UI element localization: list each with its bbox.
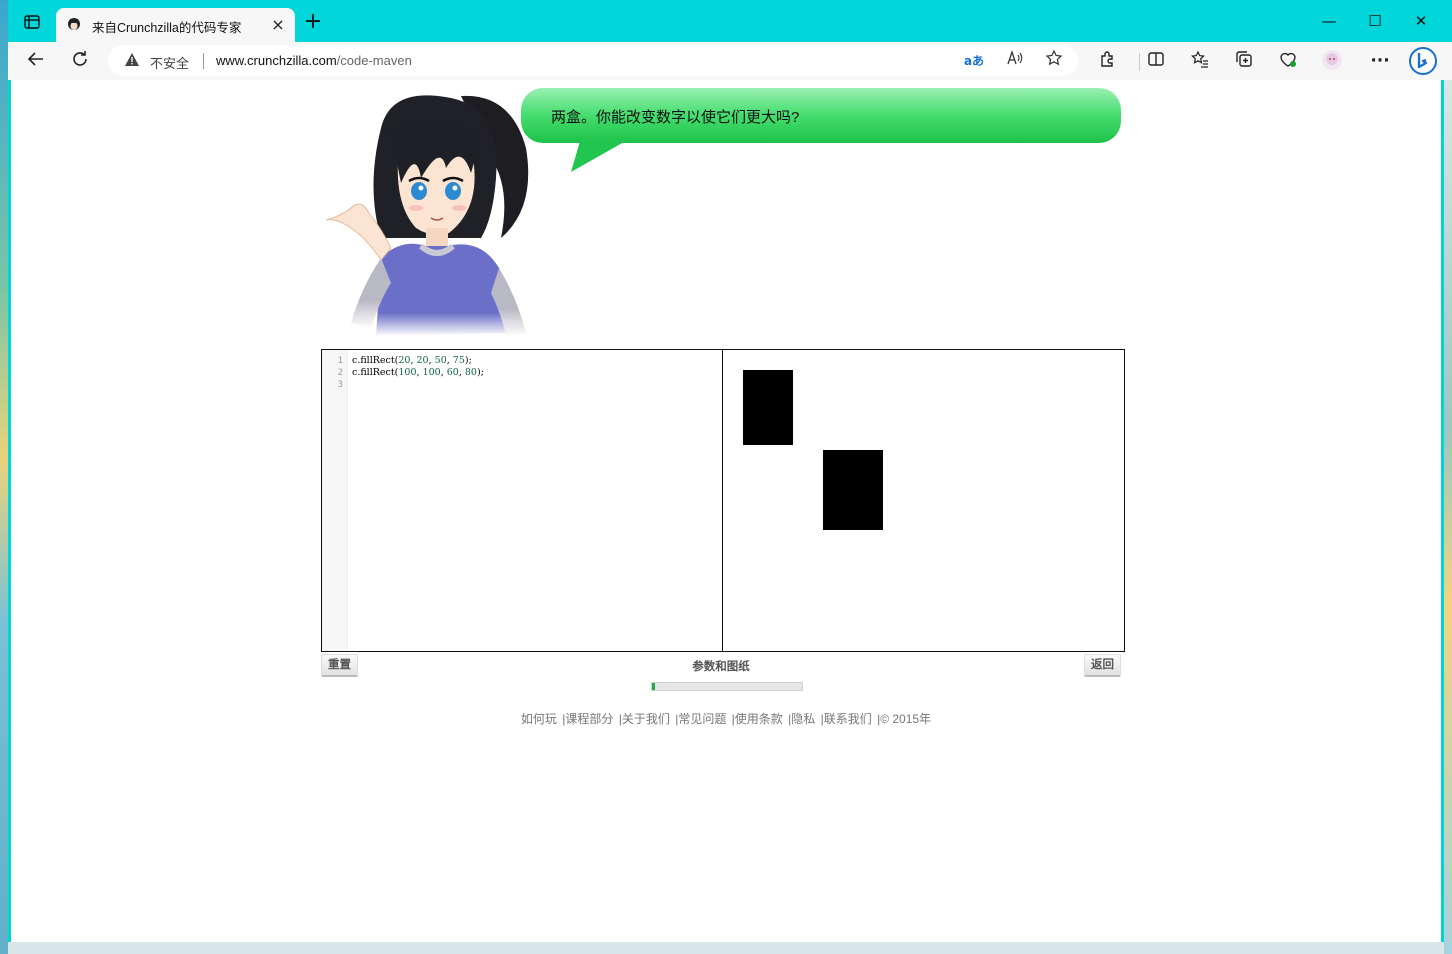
url-path: /code-maven bbox=[336, 53, 412, 68]
warning-icon bbox=[124, 52, 140, 68]
browser-tab[interactable]: 来自Crunchzilla的代码专家 × bbox=[56, 8, 295, 42]
window-bottom-edge bbox=[8, 942, 1452, 954]
drawn-rectangle bbox=[823, 450, 883, 530]
desktop-background-left bbox=[0, 0, 8, 954]
footer-copyright: |© 2015年 bbox=[877, 712, 932, 726]
more-icon[interactable]: ··· bbox=[1368, 49, 1392, 73]
address-divider bbox=[203, 53, 204, 69]
section-label[interactable]: 参数和图纸 bbox=[661, 658, 781, 674]
progress-bar bbox=[651, 682, 803, 691]
read-aloud-icon[interactable] bbox=[1003, 49, 1027, 73]
drawing-canvas bbox=[723, 350, 1124, 651]
refresh-icon[interactable] bbox=[68, 49, 92, 73]
reset-button[interactable]: 重置 bbox=[321, 654, 358, 677]
extensions-icon[interactable] bbox=[1095, 49, 1119, 73]
footer-link-how-to-play[interactable]: 如何玩 bbox=[521, 712, 557, 726]
footer-link-terms[interactable]: |使用条款 bbox=[732, 712, 783, 726]
profile-avatar-icon[interactable] bbox=[1320, 49, 1344, 73]
url-text[interactable]: www.crunchzilla.com/code-maven bbox=[216, 53, 412, 68]
code-editor[interactable]: 1 2 3 c.fillRect(20, 20, 50, 75); c.fill… bbox=[322, 350, 723, 651]
footer-link-lessons[interactable]: |课程部分 bbox=[562, 712, 613, 726]
favorites-icon[interactable] bbox=[1188, 49, 1212, 73]
toolbar-divider bbox=[1139, 53, 1140, 71]
character-illustration bbox=[321, 88, 531, 336]
editor-container: 1 2 3 c.fillRect(20, 20, 50, 75); c.fill… bbox=[321, 349, 1125, 652]
desktop-background-right bbox=[1444, 80, 1452, 954]
browser-window: 来自Crunchzilla的代码专家 × + — ☐ ✕ 不安全 www.cru… bbox=[8, 0, 1452, 954]
footer-link-privacy[interactable]: |隐私 bbox=[788, 712, 815, 726]
web-page: 两盒。你能改变数字以使它们更大吗? 1 2 3 c.fillRect(20, 2… bbox=[11, 80, 1441, 942]
tab-close-icon[interactable]: × bbox=[269, 16, 287, 34]
security-status[interactable]: 不安全 bbox=[150, 53, 189, 72]
favorite-star-icon[interactable] bbox=[1042, 49, 1066, 73]
back-icon[interactable] bbox=[24, 49, 48, 73]
site-favicon-icon bbox=[66, 17, 82, 33]
collections-icon[interactable] bbox=[1232, 49, 1256, 73]
close-window-button[interactable]: ✕ bbox=[1398, 6, 1444, 36]
back-button[interactable]: 返回 bbox=[1084, 654, 1121, 677]
minimize-button[interactable]: — bbox=[1306, 6, 1352, 36]
maximize-button[interactable]: ☐ bbox=[1352, 6, 1398, 36]
progress-fill bbox=[652, 683, 655, 690]
footer-links: 如何玩 |课程部分 |关于我们 |常见问题 |使用条款 |隐私 |联系我们 |©… bbox=[11, 710, 1441, 727]
tab-title: 来自Crunchzilla的代码专家 bbox=[92, 21, 242, 35]
code-line-1[interactable]: c.fillRect(20, 20, 50, 75); bbox=[352, 355, 472, 366]
title-bar: 来自Crunchzilla的代码专家 × + — ☐ ✕ bbox=[8, 0, 1452, 42]
footer-link-faq[interactable]: |常见问题 bbox=[675, 712, 726, 726]
speech-bubble bbox=[521, 88, 1121, 172]
code-line-2[interactable]: c.fillRect(100, 100, 60, 80); bbox=[352, 367, 484, 378]
footer-link-contact[interactable]: |联系我们 bbox=[821, 712, 872, 726]
browser-toolbar: 不安全 www.crunchzilla.com/code-maven aあ ··… bbox=[8, 42, 1452, 80]
line-gutter: 1 2 3 bbox=[322, 350, 348, 651]
url-host: www.crunchzilla.com bbox=[216, 53, 337, 68]
line-number: 2 bbox=[337, 368, 343, 378]
line-number: 3 bbox=[337, 380, 343, 390]
lesson-speech-text: 两盒。你能改变数字以使它们更大吗? bbox=[551, 109, 800, 126]
bing-icon[interactable] bbox=[1408, 46, 1438, 76]
translate-icon[interactable]: aあ bbox=[962, 49, 986, 73]
line-number: 1 bbox=[337, 356, 343, 366]
footer-link-about[interactable]: |关于我们 bbox=[619, 712, 670, 726]
drawn-rectangle bbox=[743, 370, 793, 445]
tab-actions-icon[interactable] bbox=[22, 12, 42, 32]
new-tab-button[interactable]: + bbox=[303, 11, 323, 33]
split-screen-icon[interactable] bbox=[1144, 49, 1168, 73]
performance-icon[interactable] bbox=[1276, 49, 1300, 73]
address-bar[interactable]: 不安全 www.crunchzilla.com/code-maven aあ bbox=[108, 45, 1078, 76]
